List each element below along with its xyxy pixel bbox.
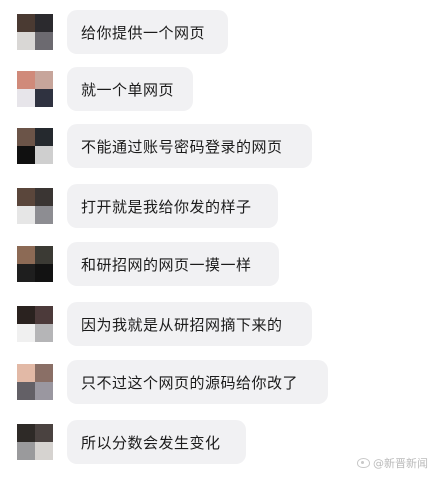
avatar-pixel (17, 264, 35, 282)
avatar-pixel (17, 246, 35, 264)
message-bubble[interactable]: 和研招网的网页一摸一样 (67, 242, 279, 286)
avatar-pixel (35, 382, 53, 400)
avatar-pixel (35, 14, 53, 32)
avatar-pixel (17, 71, 35, 89)
avatar-pixel (17, 306, 35, 324)
avatar-pixel (35, 128, 53, 146)
avatar-pixel (35, 364, 53, 382)
avatar-pixel (35, 89, 53, 107)
avatar-pixel (35, 206, 53, 224)
avatar-pixel (35, 246, 53, 264)
avatar[interactable] (17, 128, 53, 164)
avatar-pixel (17, 442, 35, 460)
weibo-icon (357, 458, 370, 468)
avatar-pixel (17, 89, 35, 107)
message-bubble[interactable]: 所以分数会发生变化 (67, 420, 246, 464)
avatar-pixel (35, 71, 53, 89)
avatar-pixel (17, 364, 35, 382)
avatar-pixel (17, 188, 35, 206)
watermark: @新晋新闻 (357, 455, 428, 471)
message-bubble[interactable]: 只不过这个网页的源码给你改了 (67, 360, 328, 404)
avatar[interactable] (17, 14, 53, 50)
avatar[interactable] (17, 246, 53, 282)
avatar-pixel (35, 264, 53, 282)
avatar-pixel (17, 32, 35, 50)
message-bubble[interactable]: 打开就是我给你发的样子 (67, 184, 278, 228)
avatar-pixel (35, 146, 53, 164)
avatar[interactable] (17, 424, 53, 460)
avatar-pixel (35, 442, 53, 460)
avatar-pixel (35, 306, 53, 324)
avatar[interactable] (17, 188, 53, 224)
avatar[interactable] (17, 306, 53, 342)
avatar-pixel (35, 324, 53, 342)
message-bubble[interactable]: 给你提供一个网页 (67, 10, 228, 54)
avatar-pixel (17, 146, 35, 164)
avatar-pixel (17, 128, 35, 146)
avatar[interactable] (17, 71, 53, 107)
message-bubble[interactable]: 就一个单网页 (67, 67, 193, 111)
avatar-pixel (17, 14, 35, 32)
avatar-pixel (35, 32, 53, 50)
message-bubble[interactable]: 因为我就是从研招网摘下来的 (67, 302, 312, 346)
avatar-pixel (35, 188, 53, 206)
avatar-pixel (17, 324, 35, 342)
avatar-pixel (17, 424, 35, 442)
avatar-pixel (17, 382, 35, 400)
message-bubble[interactable]: 不能通过账号密码登录的网页 (67, 124, 312, 168)
avatar[interactable] (17, 364, 53, 400)
avatar-pixel (35, 424, 53, 442)
watermark-text: @新晋新闻 (373, 457, 428, 470)
avatar-pixel (17, 206, 35, 224)
